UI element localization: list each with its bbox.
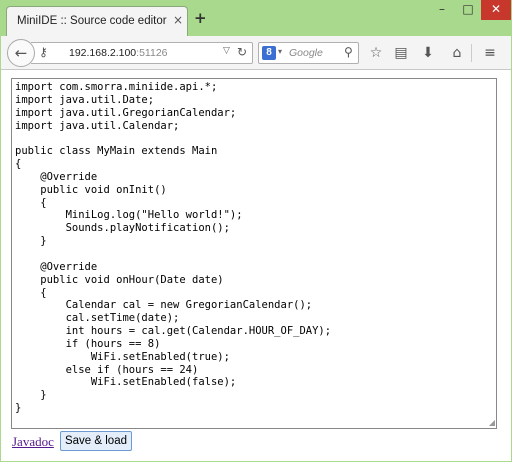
- reload-icon[interactable]: ↻: [237, 45, 247, 59]
- new-tab-icon[interactable]: +: [194, 11, 207, 26]
- save-and-load-button[interactable]: Save & load: [60, 431, 132, 451]
- clipboard-icon[interactable]: ▤: [392, 44, 410, 62]
- search-input[interactable]: Google: [289, 47, 323, 59]
- close-window-button[interactable]: ✕: [481, 0, 511, 20]
- download-icon[interactable]: ⬇: [419, 44, 437, 62]
- javadoc-link[interactable]: Javadoc: [12, 434, 54, 450]
- google-icon[interactable]: 8: [262, 46, 276, 60]
- title-bar: MiniIDE :: Source code editor × + – □ ✕: [0, 0, 512, 36]
- url-dropdown-icon[interactable]: ▽: [223, 46, 230, 56]
- url-host: 192.168.2.100: [69, 47, 137, 59]
- code-editor-textarea[interactable]: import com.smorra.miniide.api.*; import …: [11, 78, 497, 429]
- tab-close-icon[interactable]: ×: [173, 13, 183, 27]
- browser-window: MiniIDE :: Source code editor × + – □ ✕ …: [0, 0, 512, 462]
- menu-icon[interactable]: ≡: [481, 44, 499, 62]
- back-button[interactable]: ←: [7, 39, 35, 67]
- resize-grip-icon[interactable]: ◢: [489, 418, 495, 427]
- bookmark-star-icon[interactable]: ☆: [367, 44, 385, 62]
- navigation-toolbar: ⚷ 192.168.2.100:51126 ▽ ↻ ← 8 ▾ Google ⚲…: [1, 36, 511, 70]
- minimize-button[interactable]: –: [429, 0, 455, 20]
- back-icon: ←: [14, 44, 28, 62]
- maximize-button[interactable]: □: [455, 0, 481, 20]
- home-icon[interactable]: ⌂: [448, 44, 466, 62]
- tab-miniide[interactable]: MiniIDE :: Source code editor ×: [6, 6, 188, 36]
- url-bar[interactable]: ⚷ 192.168.2.100:51126 ▽ ↻: [31, 42, 253, 64]
- page-content: import com.smorra.miniide.api.*; import …: [1, 70, 511, 461]
- url-port: :51126: [136, 47, 168, 59]
- tab-title: MiniIDE :: Source code editor: [17, 15, 167, 27]
- url-text: 192.168.2.100:51126: [69, 47, 168, 59]
- toolbar-divider: [471, 44, 472, 62]
- source-code[interactable]: import com.smorra.miniide.api.*; import …: [15, 81, 331, 415]
- search-engine-dropdown-icon[interactable]: ▾: [278, 47, 282, 56]
- search-bar[interactable]: 8 ▾ Google ⚲: [258, 42, 359, 64]
- search-icon[interactable]: ⚲: [344, 45, 353, 59]
- key-icon[interactable]: ⚷: [39, 45, 48, 59]
